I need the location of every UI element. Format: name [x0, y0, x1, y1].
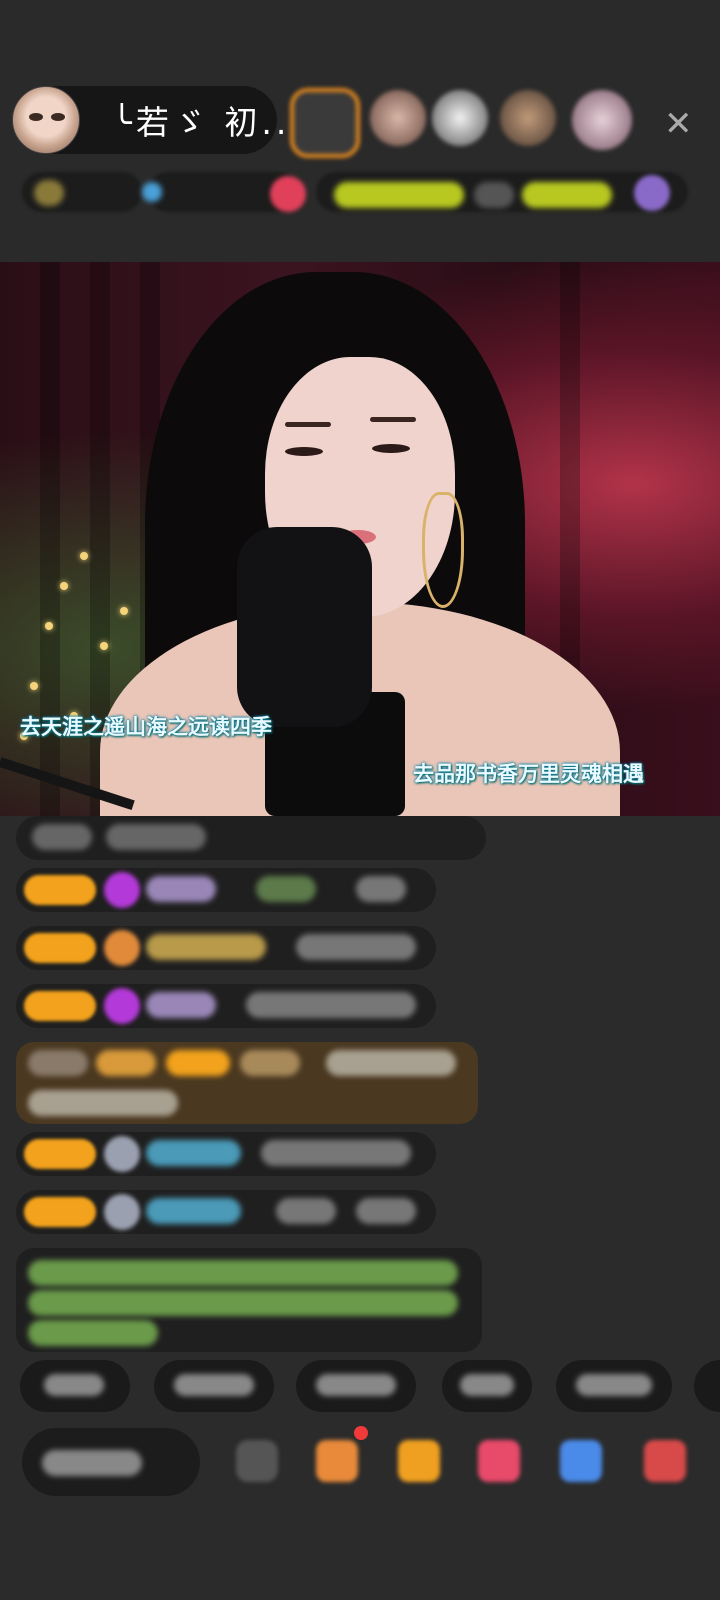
game-icon[interactable]	[560, 1440, 602, 1482]
notification-dot	[354, 1426, 368, 1440]
viewer-avatar[interactable]	[370, 90, 426, 146]
hot-icon[interactable]	[270, 176, 306, 212]
level-badge	[24, 991, 96, 1021]
live-info-row	[22, 172, 688, 214]
microphone	[237, 527, 372, 727]
quick-reply-row	[0, 1360, 720, 1420]
chat-message[interactable]	[16, 816, 486, 860]
quick-reply-chip[interactable]	[296, 1360, 416, 1412]
gift-icon[interactable]	[478, 1440, 520, 1482]
bottom-action-bar	[0, 1424, 720, 1504]
live-video[interactable]: 去天涯之遥山海之远读四季 去品那书香万里灵魂相遇	[0, 262, 720, 816]
chat-message-highlight[interactable]	[16, 1042, 478, 1124]
more-icon[interactable]	[644, 1440, 686, 1482]
shop-icon[interactable]	[316, 1440, 358, 1482]
earring	[422, 492, 464, 608]
host-avatar[interactable]	[12, 86, 80, 154]
top-bar: ╰若ゞ 初... ✕	[0, 0, 720, 262]
host-name: ╰若ゞ 初...	[112, 103, 305, 142]
chat-message[interactable]	[16, 1190, 436, 1234]
comment-input[interactable]	[22, 1428, 200, 1496]
chat-message[interactable]	[16, 1132, 436, 1176]
quick-reply-chip[interactable]	[154, 1360, 274, 1412]
emoji-icon[interactable]	[236, 1440, 278, 1482]
viewer-avatar[interactable]	[432, 90, 488, 146]
lyric-line-2: 去品那书香万里灵魂相遇	[413, 762, 644, 786]
level-badge	[24, 1197, 96, 1227]
chat-message[interactable]	[16, 984, 436, 1028]
gift-box-icon[interactable]	[398, 1440, 440, 1482]
level-badge	[24, 933, 96, 963]
quick-reply-chip[interactable]	[20, 1360, 130, 1412]
lyric-line-1: 去天涯之遥山海之远读四季	[20, 715, 272, 739]
level-badge	[24, 875, 96, 905]
chat-message[interactable]	[16, 868, 436, 912]
level-badge	[24, 1139, 96, 1169]
viewer-avatar[interactable]	[290, 88, 360, 158]
viewer-avatar[interactable]	[500, 90, 556, 146]
host-info-pill[interactable]: ╰若ゞ 初...	[12, 86, 301, 154]
quick-reply-chip[interactable]	[442, 1360, 532, 1412]
viewer-avatar[interactable]	[572, 90, 632, 150]
quick-reply-chip[interactable]	[694, 1360, 720, 1412]
chat-message[interactable]	[16, 926, 436, 970]
system-notice	[16, 1248, 482, 1352]
quick-reply-chip[interactable]	[556, 1360, 672, 1412]
close-icon[interactable]: ✕	[664, 104, 693, 144]
chat-list[interactable]	[0, 816, 720, 1356]
